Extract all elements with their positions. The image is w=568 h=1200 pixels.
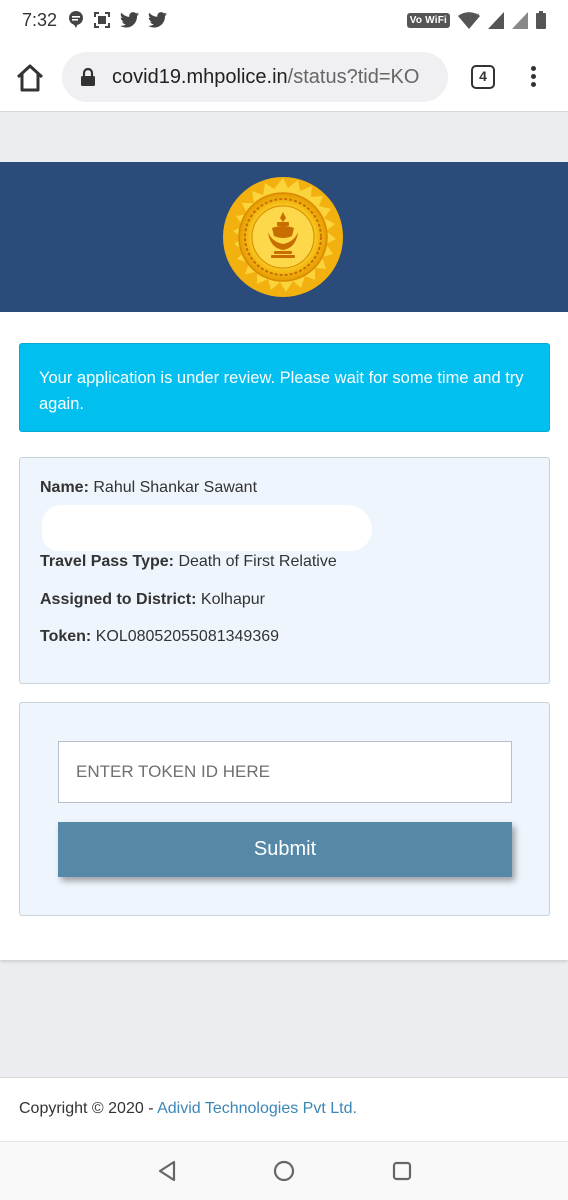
more-vert-icon[interactable] [526, 66, 540, 92]
wifi-icon: x [458, 12, 480, 29]
url-domain: covid19.mhpolice.in [112, 66, 288, 88]
name-label: Name: [40, 479, 89, 496]
name-row: Name: Rahul Shankar Sawant [40, 479, 257, 497]
vowifi-badge: Vo WiFi [406, 12, 450, 28]
url-text: covid19.mhpolice.in/status?tid=KO [112, 66, 419, 89]
pass-type-row: Travel Pass Type: Death of First Relativ… [40, 553, 337, 571]
svg-text:x: x [476, 12, 480, 19]
maharashtra-seal-icon [223, 177, 343, 297]
district-value: Kolhapur [200, 591, 265, 608]
copyright-text: Copyright © 2020 - Adivid Technologies P… [19, 1100, 357, 1118]
signal-icon [512, 11, 528, 29]
token-value: KOL08052055081349369 [95, 628, 280, 645]
chat-bubble-icon [69, 11, 83, 28]
footer: Copyright © 2020 - Adivid Technologies P… [0, 1077, 568, 1141]
navigation-bar [0, 1141, 568, 1200]
status-bar: 7:32 Vo WiFi x [0, 0, 568, 42]
header-banner [0, 162, 568, 312]
home-icon[interactable] [14, 62, 46, 94]
tab-switcher-button[interactable]: 4 [471, 65, 495, 89]
district-row: Assigned to District: Kolhapur [40, 591, 265, 609]
notification-icons [68, 11, 167, 29]
twitter-icon [148, 12, 167, 28]
main-content: Your application is under review. Please… [0, 312, 568, 960]
screenshot-icon [94, 12, 110, 28]
system-icons: Vo WiFi x [406, 11, 546, 29]
review-alert: Your application is under review. Please… [19, 343, 550, 432]
token-input[interactable] [58, 741, 512, 803]
token-form: Submit [19, 702, 550, 916]
pass-type-label: Travel Pass Type: [40, 553, 174, 570]
recents-square-icon[interactable] [390, 1159, 414, 1183]
pass-type-value: Death of First Relative [178, 553, 337, 570]
company-link[interactable]: Adivid Technologies Pvt Ltd. [157, 1100, 357, 1117]
lock-icon [81, 68, 95, 86]
home-circle-icon[interactable] [272, 1159, 296, 1183]
submit-button[interactable]: Submit [58, 822, 512, 877]
redaction-mark [42, 505, 372, 551]
back-triangle-icon[interactable] [155, 1159, 179, 1183]
name-value: Rahul Shankar Sawant [93, 479, 258, 496]
copyright-prefix: Copyright © 2020 - [19, 1100, 158, 1117]
applicant-details: Name: Rahul Shankar Sawant Travel Pass T… [19, 457, 550, 684]
address-bar[interactable]: covid19.mhpolice.in/status?tid=KO [62, 52, 448, 102]
browser-toolbar: covid19.mhpolice.in/status?tid=KO 4 [0, 42, 568, 112]
token-row: Token: KOL08052055081349369 [40, 628, 279, 646]
token-label: Token: [40, 628, 92, 645]
signal-icon [488, 11, 504, 29]
status-time: 7:32 [22, 10, 58, 30]
battery-icon [536, 11, 546, 29]
twitter-icon [120, 12, 139, 28]
district-label: Assigned to District: [40, 591, 197, 608]
url-path: /status?tid=KO [287, 66, 420, 88]
